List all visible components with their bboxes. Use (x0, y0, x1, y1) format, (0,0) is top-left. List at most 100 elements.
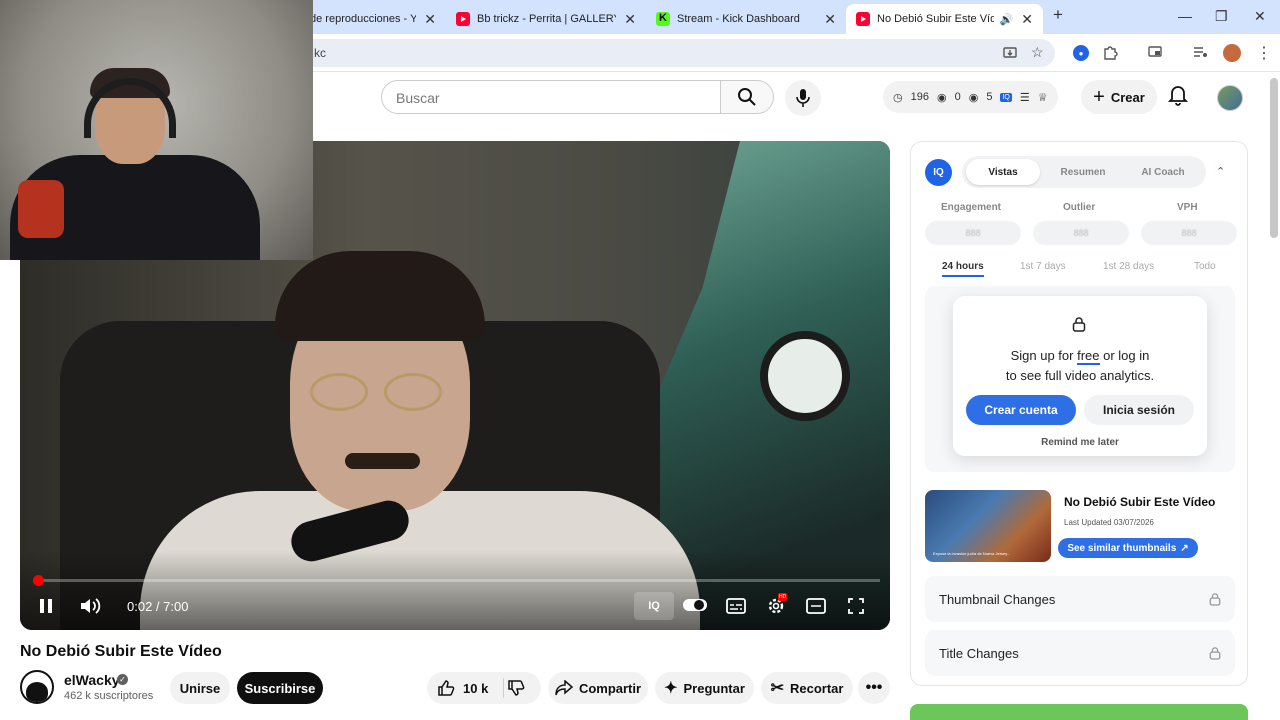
microphone-icon (796, 89, 810, 107)
speaker-icon[interactable]: 🔊 (1000, 13, 1014, 26)
signup-lock-card: Sign up for free or log in to see full v… (953, 296, 1207, 456)
extensions-puzzle-icon[interactable] (1102, 44, 1118, 60)
like-count: 10 k (463, 680, 489, 696)
clip-label: Recortar (789, 680, 844, 696)
signup-text-a: Sign up for (1010, 348, 1078, 363)
remind-later-link[interactable]: Remind me later (953, 437, 1207, 448)
ask-button[interactable]: ✦ Preguntar (655, 672, 754, 704)
channel-avatar[interactable] (20, 670, 54, 704)
controls-gradient (20, 550, 890, 630)
dislike-button[interactable] (507, 679, 525, 697)
clip-button[interactable]: ✂ Recortar (761, 672, 853, 704)
pause-button[interactable] (39, 598, 53, 614)
close-tab-icon[interactable]: ✕ (1021, 11, 1033, 28)
lock-icon (1209, 646, 1221, 660)
url-field[interactable]: kc (300, 39, 1055, 67)
browser-tab[interactable]: Bb trickz - Perrita | GALLERY SES ✕ (446, 4, 646, 34)
eye-icon: ◉ (936, 91, 947, 104)
sparkle-icon: ✦ (664, 680, 678, 697)
browser-menu-icon[interactable]: ⋮ (1256, 43, 1272, 63)
url-text: kc (314, 46, 326, 60)
title-changes-row[interactable]: Title Changes (925, 630, 1235, 676)
create-account-button[interactable]: Crear cuenta (966, 395, 1076, 425)
pause-icon (40, 599, 52, 613)
profile-avatar[interactable] (1223, 44, 1241, 62)
collapse-chevron-icon[interactable]: ⌃ (1216, 165, 1225, 178)
create-label: Crear (1110, 89, 1145, 105)
autoplay-toggle[interactable] (682, 597, 708, 613)
close-window-icon[interactable]: ✕ (1254, 8, 1266, 25)
voice-search-button[interactable] (785, 80, 821, 116)
metric-engagement-value: 888 (925, 221, 1021, 245)
tab-title: de reproducciones - Yo (310, 13, 417, 25)
media-controls-icon[interactable] (1192, 44, 1208, 60)
tab-ai-coach[interactable]: AI Coach (1126, 159, 1200, 185)
more-actions-icon[interactable]: ••• (858, 672, 890, 704)
theater-mode-icon[interactable] (806, 598, 826, 614)
maximize-icon[interactable]: ❐ (1215, 8, 1228, 25)
range-7-days[interactable]: 1st 7 days (1020, 261, 1066, 272)
external-link-icon: ↗ (1180, 542, 1189, 554)
trophy-icon[interactable]: ♕ (1038, 91, 1048, 104)
join-button[interactable]: Unirse (170, 672, 230, 704)
clock-icon: ◷ (893, 91, 903, 104)
thumbnail-changes-row[interactable]: Thumbnail Changes (925, 576, 1235, 622)
share-button[interactable]: Compartir (548, 672, 648, 704)
new-tab-icon[interactable]: + (1053, 5, 1063, 25)
stat-views: 196 (910, 91, 929, 103)
range-28-days[interactable]: 1st 28 days (1103, 261, 1154, 272)
next-panel-banner[interactable] (910, 704, 1248, 720)
time-display: 0:02 / 7:00 (127, 599, 189, 614)
notifications-bell-icon[interactable] (1168, 84, 1188, 106)
install-icon[interactable] (1002, 45, 1018, 61)
search-input[interactable]: Buscar (381, 80, 721, 114)
search-button[interactable] (720, 80, 774, 114)
lock-icon (1209, 592, 1221, 606)
iq-player-icon[interactable]: IQ (634, 592, 674, 620)
login-button[interactable]: Inicia sesión (1084, 395, 1194, 425)
metric-vph-value: 888 (1141, 221, 1237, 245)
subscribe-button[interactable]: Suscribirse (237, 672, 323, 704)
signup-text-b: or log in (1099, 348, 1150, 363)
signup-message: Sign up for free or log in to see full v… (953, 346, 1207, 386)
settings-gear-icon[interactable]: HD (766, 593, 788, 616)
tab-resumen[interactable]: Resumen (1046, 159, 1120, 185)
subtitles-icon[interactable] (726, 598, 746, 614)
video-frame-hair (275, 251, 485, 341)
browser-tab-active[interactable]: No Debió Subir Este Vídeo 🔊 ✕ (846, 4, 1043, 34)
browser-tab[interactable]: Stream - Kick Dashboard ✕ (646, 4, 846, 34)
fullscreen-icon[interactable] (848, 598, 864, 614)
tab-vistas[interactable]: Vistas (966, 159, 1040, 185)
close-tab-icon[interactable]: ✕ (424, 11, 436, 28)
progress-bar[interactable] (33, 575, 880, 586)
channel-name[interactable]: elWacky (64, 672, 120, 688)
close-tab-icon[interactable]: ✕ (824, 11, 836, 28)
see-similar-thumbnails-button[interactable]: See similar thumbnails ↗ (1058, 538, 1198, 558)
tab-title: Bb trickz - Perrita | GALLERY SES (477, 13, 617, 25)
cast-icon[interactable] (1147, 44, 1163, 60)
volume-button[interactable] (80, 597, 102, 615)
bookmark-star-icon[interactable]: ☆ (1031, 44, 1044, 61)
like-button[interactable]: 10 k (437, 679, 488, 697)
plus-icon: + (1093, 85, 1105, 108)
range-24-hours[interactable]: 24 hours (942, 261, 984, 277)
browser-tab[interactable]: de reproducciones - Yo ✕ (300, 4, 446, 34)
stat-b: 5 (986, 91, 993, 103)
like-dislike-group: 10 k (427, 672, 541, 704)
video-thumbnail[interactable]: Expuse la invasión judía de Nueva Jersey… (925, 490, 1051, 562)
minimize-icon[interactable]: — (1178, 8, 1192, 24)
extension-iq-icon[interactable]: ● (1073, 45, 1089, 61)
stats-widget[interactable]: ◷ 196 ◉ 0 ◉ 5 IQ ☰ ♕ (883, 81, 1058, 113)
signup-free-link[interactable]: free (1077, 348, 1100, 365)
page-scrollbar[interactable] (1270, 78, 1278, 238)
share-icon (555, 680, 573, 696)
see-similar-label: See similar thumbnails (1067, 542, 1177, 554)
metric-engagement-label: Engagement (941, 202, 1002, 213)
search-icon (738, 88, 756, 106)
range-all[interactable]: Todo (1194, 261, 1216, 272)
list-icon[interactable]: ☰ (1020, 91, 1030, 104)
iq-icon[interactable]: IQ (1000, 92, 1012, 102)
close-tab-icon[interactable]: ✕ (624, 11, 636, 28)
create-button[interactable]: + Crear (1081, 80, 1157, 114)
account-avatar[interactable] (1217, 85, 1243, 111)
